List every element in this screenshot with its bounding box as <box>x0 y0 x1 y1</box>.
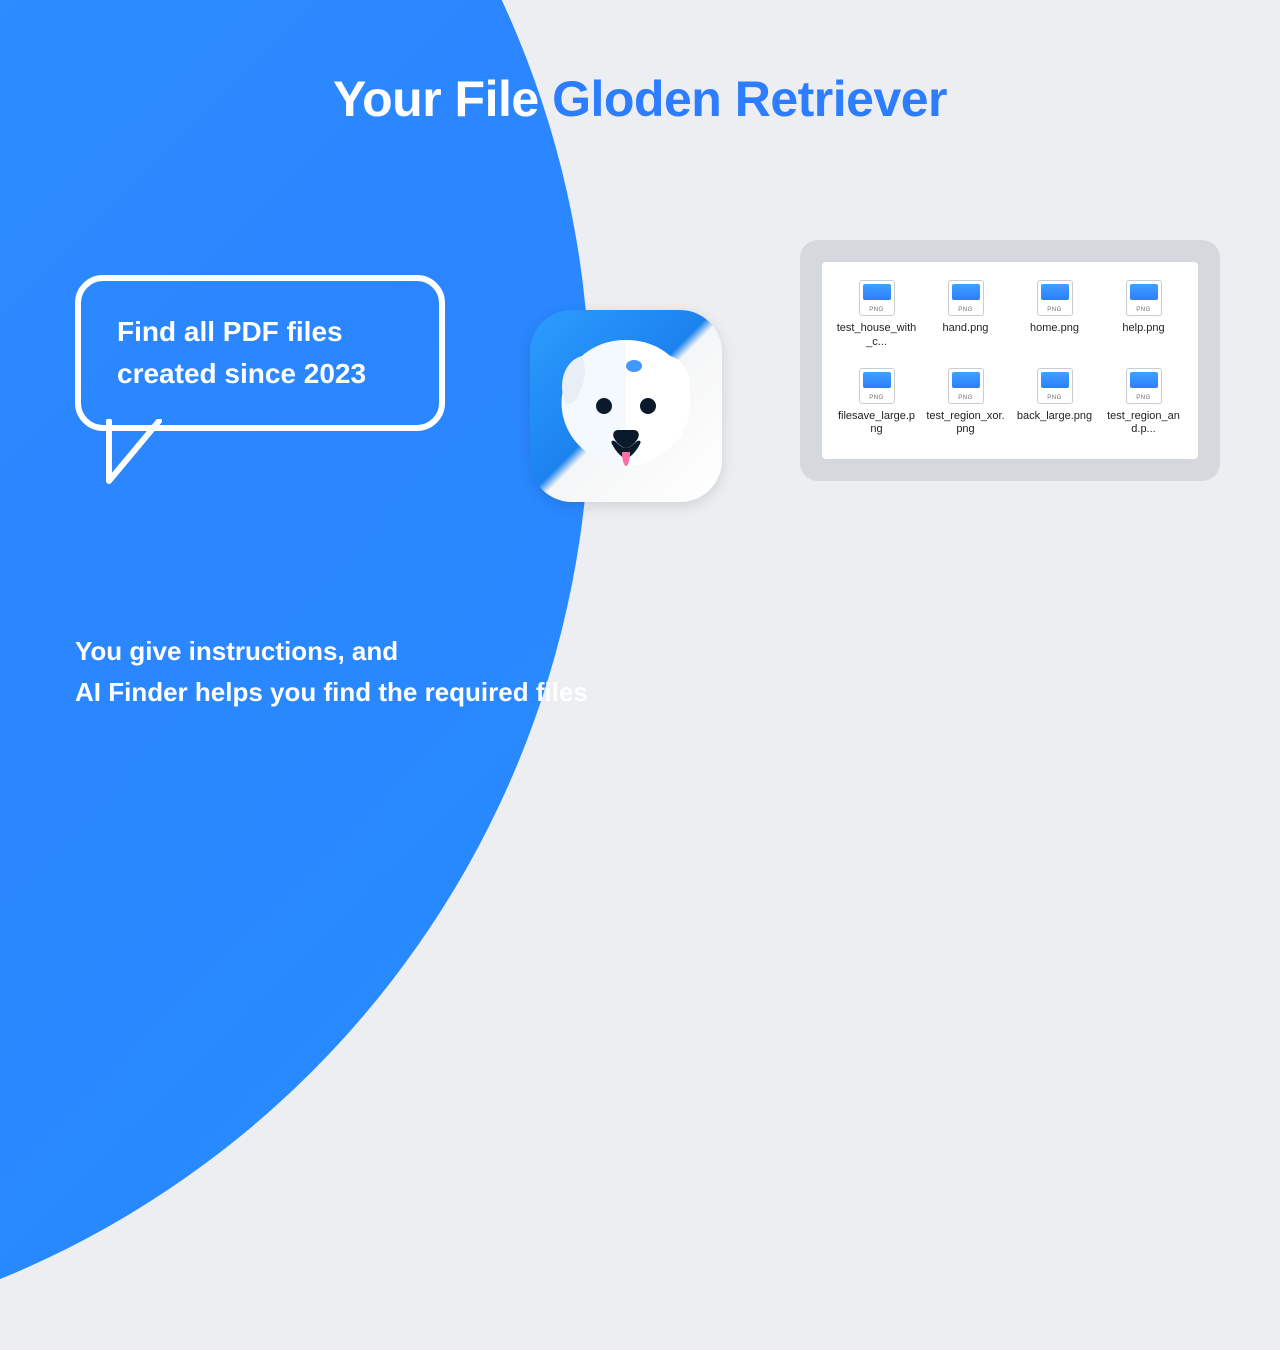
file-name: hand.png <box>943 322 989 336</box>
dog-icon <box>530 310 722 502</box>
file-item[interactable]: test_region_xor.png <box>925 368 1006 438</box>
png-thumbnail-icon <box>1126 368 1162 404</box>
png-thumbnail-icon <box>1126 280 1162 316</box>
png-thumbnail-icon <box>948 280 984 316</box>
file-item[interactable]: help.png <box>1103 280 1184 350</box>
file-item[interactable]: test_region_and.p... <box>1103 368 1184 438</box>
file-item[interactable]: hand.png <box>925 280 1006 350</box>
file-item[interactable]: test_house_with_c... <box>836 280 917 350</box>
file-name: back_large.png <box>1017 410 1092 424</box>
file-name: test_region_and.p... <box>1103 410 1184 438</box>
subtitle-line2: AI Finder helps you find the required fi… <box>75 672 588 712</box>
page-title-part1: Your File <box>333 71 539 127</box>
png-thumbnail-icon <box>1037 280 1073 316</box>
page-title-part2: Gloden Retriever <box>552 71 947 127</box>
file-name: home.png <box>1030 322 1079 336</box>
file-name: filesave_large.png <box>836 410 917 438</box>
file-item[interactable]: filesave_large.png <box>836 368 917 438</box>
file-name: help.png <box>1122 322 1164 336</box>
file-item[interactable]: home.png <box>1014 280 1095 350</box>
file-grid: test_house_with_c... hand.png home.png h… <box>836 280 1184 437</box>
page-title: Your File Gloden Retriever <box>0 70 1280 128</box>
subtitle: You give instructions, and AI Finder hel… <box>75 631 588 712</box>
speech-bubble: Find all PDF files created since 2023 <box>75 275 445 431</box>
png-thumbnail-icon <box>948 368 984 404</box>
subtitle-line1: You give instructions, and <box>75 631 588 671</box>
file-name: test_region_xor.png <box>925 410 1006 438</box>
file-name: test_house_with_c... <box>836 322 917 350</box>
speech-bubble-tail-icon <box>105 419 175 489</box>
png-thumbnail-icon <box>1037 368 1073 404</box>
app-logo <box>530 310 722 502</box>
results-panel-inner: test_house_with_c... hand.png home.png h… <box>822 262 1198 459</box>
png-thumbnail-icon <box>859 280 895 316</box>
results-panel: test_house_with_c... hand.png home.png h… <box>800 240 1220 481</box>
file-item[interactable]: back_large.png <box>1014 368 1095 438</box>
speech-bubble-text: Find all PDF files created since 2023 <box>75 275 445 431</box>
png-thumbnail-icon <box>859 368 895 404</box>
